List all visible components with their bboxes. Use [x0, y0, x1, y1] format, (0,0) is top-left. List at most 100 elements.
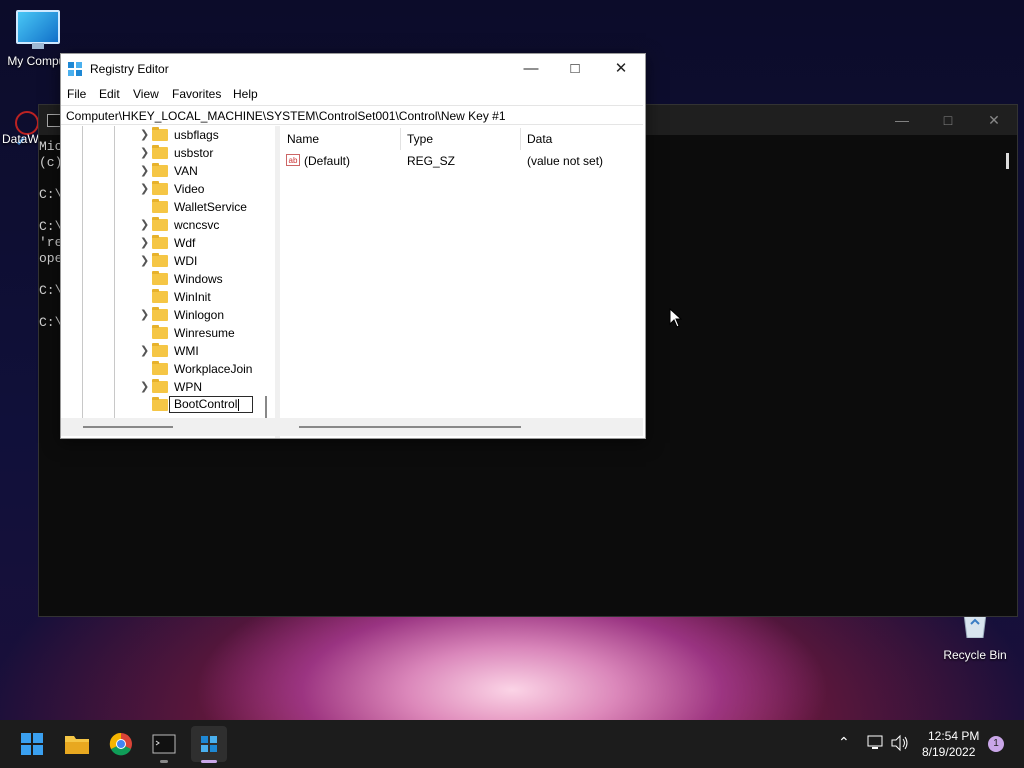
start-button[interactable]	[14, 726, 50, 762]
monitor-icon	[16, 10, 60, 49]
chevron-right-icon[interactable]: ❯	[140, 344, 150, 357]
registry-editor-icon	[68, 62, 82, 76]
folder-icon	[152, 253, 168, 267]
text-caret	[238, 398, 240, 411]
folder-icon	[152, 181, 168, 195]
tree-item-winlogon[interactable]: ❯ Winlogon	[62, 306, 262, 324]
volume-icon[interactable]	[890, 734, 910, 752]
tree-item-label: VAN	[174, 164, 198, 178]
folder-icon	[152, 343, 168, 357]
chevron-right-icon[interactable]: ❯	[140, 164, 150, 177]
menu-help[interactable]: Help	[233, 87, 258, 101]
cmd-scrollbar[interactable]	[1006, 153, 1009, 169]
menu-edit[interactable]: Edit	[99, 87, 120, 101]
cmd-minimize-button[interactable]: —	[879, 105, 925, 135]
chevron-right-icon[interactable]: ❯	[140, 236, 150, 249]
column-header-type[interactable]: Type	[407, 132, 433, 150]
registry-editor-icon	[201, 736, 217, 752]
clock-date[interactable]: 8/19/2022	[922, 745, 975, 759]
column-header-name[interactable]: Name	[287, 132, 319, 150]
values-list-pane[interactable]: Name Type Data ab (Default) REG_SZ (valu…	[280, 126, 643, 436]
registry-editor-taskbar-button[interactable]	[191, 726, 227, 762]
menu-file[interactable]: File	[67, 87, 86, 101]
menu-favorites[interactable]: Favorites	[172, 87, 221, 101]
chevron-right-icon[interactable]: ❯	[140, 146, 150, 159]
chevron-right-icon[interactable]: ❯	[140, 218, 150, 231]
column-header-data[interactable]: Data	[527, 132, 552, 150]
tree-item-label: Winlogon	[174, 308, 225, 322]
registry-editor-window[interactable]: Registry Editor — □ ✕ File Edit View Fav…	[60, 53, 646, 439]
tree-item-wininit[interactable]: WinInit	[62, 288, 262, 306]
tree-item-walletservice[interactable]: WalletService	[62, 198, 262, 216]
value-row[interactable]: ab (Default) REG_SZ (value not set)	[280, 152, 643, 170]
chevron-up-icon[interactable]: ⌃	[838, 734, 850, 751]
cmd-line: ​	[39, 299, 62, 315]
column-separator[interactable]	[520, 128, 521, 150]
value-type: REG_SZ	[407, 154, 456, 168]
cmd-line: C:\	[39, 219, 63, 234]
chevron-right-icon[interactable]: ❯	[140, 182, 150, 195]
network-icon[interactable]	[866, 734, 886, 752]
tree-item-workplacejoin[interactable]: WorkplaceJoin	[62, 360, 262, 378]
tree-item-wpn[interactable]: ❯ WPN	[62, 378, 262, 396]
tree-item-wdf[interactable]: ❯ Wdf	[62, 234, 262, 252]
tree-item-van[interactable]: ❯ VAN	[62, 162, 262, 180]
rename-key-input[interactable]: BootControl	[169, 396, 253, 413]
tree-item-winresume[interactable]: Winresume	[62, 324, 262, 342]
chevron-right-icon[interactable]: ❯	[140, 308, 150, 321]
window-title: Registry Editor	[90, 62, 169, 76]
cmd-line: (c)	[39, 155, 63, 170]
file-explorer-button[interactable]	[59, 726, 95, 762]
cmd-output[interactable]: Mic(c)​C:\​C:\'reope​C:\​C:\	[39, 139, 62, 331]
folder-icon	[152, 379, 168, 393]
folder-icon	[152, 307, 168, 321]
tree-item-new-key[interactable]: BootControl	[62, 396, 262, 414]
chrome-button[interactable]	[103, 726, 139, 762]
chevron-right-icon[interactable]: ❯	[140, 254, 150, 267]
chevron-right-icon[interactable]: ❯	[140, 380, 150, 393]
tree-item-wmi[interactable]: ❯ WMI	[62, 342, 262, 360]
clock-time[interactable]: 12:54 PM	[928, 729, 979, 743]
tree-item-usbflags[interactable]: ❯ usbflags	[62, 126, 262, 144]
tree-vertical-scrollbar[interactable]	[265, 396, 267, 420]
tree-item-usbstor[interactable]: ❯ usbstor	[62, 144, 262, 162]
address-bar[interactable]: Computer\HKEY_LOCAL_MACHINE\SYSTEM\Contr…	[61, 105, 643, 125]
key-tree-pane[interactable]: ❯ usbflags ❯ usbstor ❯ VAN ❯ Video WalletSer…	[62, 126, 276, 436]
cmd-maximize-button[interactable]: □	[925, 105, 971, 135]
terminal-button[interactable]	[146, 726, 182, 762]
regedit-titlebar[interactable]: Registry Editor — □ ✕	[61, 54, 645, 84]
folder-icon	[152, 145, 168, 159]
desktop-icon-label: Recycle Bin	[943, 648, 1007, 662]
cmd-close-button[interactable]: ✕	[971, 105, 1017, 135]
folder-icon	[152, 289, 168, 303]
tree-item-wcncsvc[interactable]: ❯ wcncsvc	[62, 216, 262, 234]
list-horizontal-scrollbar[interactable]	[299, 426, 521, 428]
folder-icon	[152, 325, 168, 339]
tree-item-label: WMI	[174, 344, 199, 358]
chevron-right-icon[interactable]: ❯	[140, 128, 150, 141]
tree-horizontal-scrollbar[interactable]	[83, 426, 173, 428]
mouse-cursor-icon	[669, 308, 683, 328]
desktop-icon-dataw[interactable]: DataW	[2, 108, 42, 146]
tree-item-wdi[interactable]: ❯ WDI	[62, 252, 262, 270]
desktop-icon-recycle-bin[interactable]: Recycle Bin	[940, 612, 1010, 662]
column-separator[interactable]	[400, 128, 401, 150]
minimize-button[interactable]: —	[508, 54, 554, 84]
active-indicator	[201, 760, 217, 763]
menu-bar: File Edit View Favorites Help	[61, 84, 645, 104]
tree-item-label: Windows	[174, 272, 223, 286]
folder-icon	[152, 127, 168, 141]
cmd-line: ​	[39, 267, 62, 283]
tree-item-windows[interactable]: Windows	[62, 270, 262, 288]
maximize-button[interactable]: □	[552, 54, 598, 84]
tree-item-label: WalletService	[174, 200, 247, 214]
cmd-line: C:\	[39, 315, 63, 330]
menu-view[interactable]: View	[133, 87, 159, 101]
notification-badge[interactable]: 1	[988, 736, 1004, 752]
rename-key-text: BootControl	[174, 397, 238, 411]
terminal-icon	[152, 734, 176, 754]
tree-item-video[interactable]: ❯ Video	[62, 180, 262, 198]
tree-item-label: usbstor	[174, 146, 214, 160]
close-button[interactable]: ✕	[598, 54, 644, 84]
desktop-icon-label: DataW	[2, 132, 39, 146]
